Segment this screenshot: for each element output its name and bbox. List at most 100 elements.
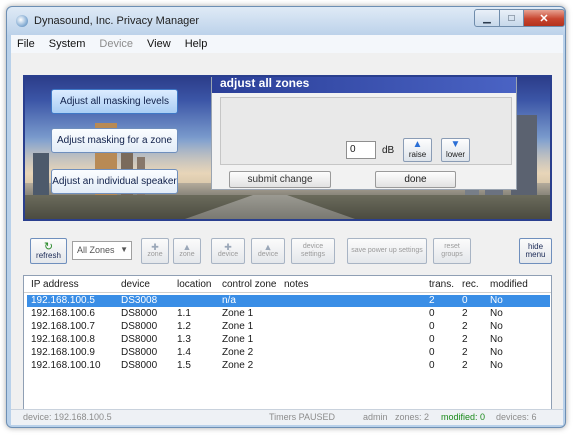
adjust-all-masking-button[interactable]: Adjust all masking levels bbox=[51, 89, 178, 114]
hide-menu-button[interactable]: hide menu bbox=[519, 238, 552, 264]
chevron-down-icon: ▼ bbox=[120, 245, 128, 254]
column-header[interactable]: trans. bbox=[429, 279, 454, 290]
rec-cell: 2 bbox=[462, 334, 468, 345]
menu-bar: File System Device View Help bbox=[11, 35, 563, 53]
trans-cell: 2 bbox=[429, 295, 435, 306]
column-header[interactable]: device bbox=[121, 279, 150, 290]
done-button[interactable]: done bbox=[375, 171, 456, 188]
modified-cell: No bbox=[490, 334, 503, 345]
location-cell: 1.5 bbox=[177, 360, 191, 371]
main-area: Adjust all masking levels Adjust masking… bbox=[11, 53, 563, 425]
table-row[interactable]: 192.168.100.9 DS8000 1.4 Zone 2 0 2 No bbox=[27, 347, 550, 359]
app-icon bbox=[16, 15, 28, 27]
hide-menu-label: hide menu bbox=[525, 242, 546, 259]
raise-label: raise bbox=[408, 150, 427, 159]
toolbar: ↻ refresh All Zones ▼ ✚ zone ▲ zone ✚ de… bbox=[23, 235, 552, 267]
modified-cell: No bbox=[490, 295, 503, 306]
lower-button[interactable]: ▼ lower bbox=[441, 138, 470, 162]
adjust-speaker-button[interactable]: Adjust an individual speaker bbox=[51, 169, 178, 194]
device-cell: DS3008 bbox=[121, 295, 158, 306]
status-devices: devices: 6 bbox=[496, 412, 537, 422]
menu-view[interactable]: View bbox=[147, 38, 171, 50]
rec-cell: 0 bbox=[462, 295, 468, 306]
status-zones: zones: 2 bbox=[395, 412, 430, 422]
banner-building bbox=[33, 153, 49, 197]
zone-cell: Zone 1 bbox=[222, 334, 254, 345]
remove-zone-label: zone bbox=[179, 251, 195, 258]
menu-device[interactable]: Device bbox=[99, 38, 133, 50]
maximize-icon: □ bbox=[508, 12, 515, 24]
location-cell: 1.3 bbox=[177, 334, 191, 345]
menu-file[interactable]: File bbox=[17, 38, 35, 50]
refresh-label: refresh bbox=[36, 251, 61, 260]
table-row[interactable]: 192.168.100.5 DS3008 n/a 2 0 No bbox=[27, 295, 550, 307]
modified-cell: No bbox=[490, 321, 503, 332]
device-table: IP address device location control zone … bbox=[23, 275, 552, 410]
db-level-input[interactable]: 0 bbox=[346, 141, 376, 159]
zone-select[interactable]: All Zones ▼ bbox=[72, 241, 132, 260]
adjust-zone-masking-button[interactable]: Adjust masking for a zone bbox=[51, 128, 178, 153]
skyline-banner: Adjust all masking levels Adjust masking… bbox=[23, 75, 552, 221]
modified-cell: No bbox=[490, 347, 503, 358]
add-device-button[interactable]: ✚ device bbox=[211, 238, 245, 264]
menu-help[interactable]: Help bbox=[185, 38, 208, 50]
minimize-button[interactable]: ▁ bbox=[474, 9, 500, 27]
status-bar: device: 192.168.100.5 Timers PAUSED admi… bbox=[11, 409, 563, 425]
trans-cell: 0 bbox=[429, 321, 435, 332]
modified-cell: No bbox=[490, 360, 503, 371]
column-header[interactable]: modified bbox=[490, 279, 528, 290]
table-row[interactable]: 192.168.100.8 DS8000 1.3 Zone 1 0 2 No bbox=[27, 334, 550, 346]
rec-cell: 2 bbox=[462, 308, 468, 319]
rec-cell: 2 bbox=[462, 347, 468, 358]
column-header[interactable]: notes bbox=[284, 279, 308, 290]
raise-button[interactable]: ▲ raise bbox=[403, 138, 432, 162]
add-zone-button[interactable]: ✚ zone bbox=[141, 238, 169, 264]
status-timer: Timers PAUSED bbox=[269, 412, 336, 422]
app-window: Dynasound, Inc. Privacy Manager ▁ □ ✕ Fi… bbox=[6, 6, 566, 428]
save-power-up-button[interactable]: save power up settings bbox=[347, 238, 427, 264]
device-cell: DS8000 bbox=[121, 360, 158, 371]
device-settings-button[interactable]: device settings bbox=[291, 238, 335, 264]
close-button[interactable]: ✕ bbox=[523, 9, 565, 27]
location-cell: 1.2 bbox=[177, 321, 191, 332]
table-row[interactable]: 192.168.100.10 DS8000 1.5 Zone 2 0 2 No bbox=[27, 360, 550, 372]
ip-cell: 192.168.100.8 bbox=[31, 334, 95, 345]
add-icon: ✚ bbox=[151, 242, 159, 252]
rec-cell: 2 bbox=[462, 321, 468, 332]
reset-groups-button[interactable]: reset groups bbox=[433, 238, 471, 264]
zone-cell: Zone 2 bbox=[222, 360, 254, 371]
location-cell: 1.1 bbox=[177, 308, 191, 319]
column-header[interactable]: rec. bbox=[462, 279, 479, 290]
table-row[interactable]: 192.168.100.7 DS8000 1.2 Zone 1 0 2 No bbox=[27, 321, 550, 333]
device-settings-label: device settings bbox=[300, 243, 326, 258]
trans-cell: 0 bbox=[429, 334, 435, 345]
remove-zone-button[interactable]: ▲ zone bbox=[173, 238, 201, 264]
arrow-down-icon: ▼ bbox=[450, 139, 461, 150]
ip-cell: 192.168.100.7 bbox=[31, 321, 95, 332]
zone-cell: Zone 1 bbox=[222, 308, 254, 319]
remove-device-icon: ▲ bbox=[263, 242, 273, 252]
table-row[interactable]: 192.168.100.6 DS8000 1.1 Zone 1 0 2 No bbox=[27, 308, 550, 320]
panel-heading: adjust all zones bbox=[212, 77, 516, 93]
remove-icon: ▲ bbox=[182, 242, 192, 252]
device-cell: DS8000 bbox=[121, 308, 158, 319]
remove-device-button[interactable]: ▲ device bbox=[251, 238, 285, 264]
device-cell: DS8000 bbox=[121, 321, 158, 332]
remove-device-label: device bbox=[257, 251, 279, 258]
trans-cell: 0 bbox=[429, 347, 435, 358]
zone-cell: Zone 1 bbox=[222, 321, 254, 332]
submit-change-button[interactable]: submit change bbox=[229, 171, 331, 188]
trans-cell: 0 bbox=[429, 308, 435, 319]
add-device-label: device bbox=[217, 251, 239, 258]
column-header[interactable]: location bbox=[177, 279, 211, 290]
arrow-up-icon: ▲ bbox=[412, 139, 423, 150]
minimize-icon: ▁ bbox=[483, 12, 491, 24]
refresh-button[interactable]: ↻ refresh bbox=[30, 238, 67, 264]
menu-system[interactable]: System bbox=[49, 38, 86, 50]
save-power-up-label: save power up settings bbox=[351, 247, 423, 254]
maximize-button[interactable]: □ bbox=[499, 9, 524, 27]
zone-select-value: All Zones bbox=[77, 245, 115, 255]
reset-groups-label: reset groups bbox=[441, 243, 463, 258]
column-header[interactable]: control zone bbox=[222, 279, 276, 290]
column-header[interactable]: IP address bbox=[31, 279, 79, 290]
